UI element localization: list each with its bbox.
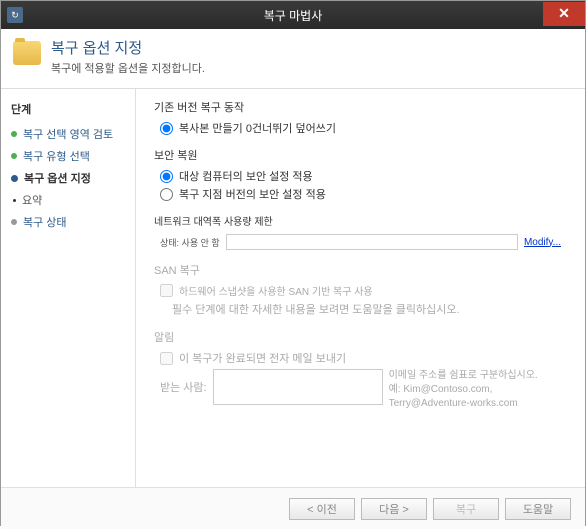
modify-link[interactable]: Modify... (524, 237, 561, 248)
sidebar-item-label: 복구 옵션 지정 (24, 170, 91, 186)
sidebar-heading: 단계 (1, 97, 135, 123)
sidebar-item-type[interactable]: 복구 유형 선택 (1, 145, 135, 167)
close-icon: ✕ (558, 5, 570, 22)
folder-icon (13, 41, 41, 65)
bullet-icon (11, 153, 17, 159)
section-title: 기존 버전 복구 동작 (154, 99, 567, 115)
sidebar-item-label: 복구 선택 영역 검토 (23, 126, 113, 142)
section-notify: 알림 이 복구가 완료되면 전자 메일 보내기 받는 사람: 이메일 주소를 쉼… (154, 329, 567, 413)
radio-input[interactable] (160, 170, 173, 183)
section-title: 알림 (154, 329, 567, 345)
sidebar-item-label: 복구 상태 (23, 214, 67, 230)
section-existing-version: 기존 버전 복구 동작 복사본 만들기 0건너뛰기 덮어쓰기 (154, 99, 567, 137)
network-status-label: 상태: 사용 안 함 (160, 236, 220, 249)
radio-copy[interactable]: 복사본 만들기 0건너뛰기 덮어쓰기 (154, 119, 567, 137)
radio-input[interactable] (160, 122, 173, 135)
hint-text: 이메일 주소를 쉼표로 구분하십시오. 예: Kim@Contoso.com, … (389, 369, 561, 411)
section-title: SAN 복구 (154, 262, 567, 278)
radio-target-security[interactable]: 대상 컴퓨터의 보안 설정 적용 (154, 167, 567, 185)
radio-label: 복구 지점 버전의 보안 설정 적용 (179, 186, 326, 202)
section-san: SAN 복구 하드웨어 스냅샷을 사용한 SAN 기반 복구 사용 필수 단계에… (154, 262, 567, 319)
steps-sidebar: 단계 복구 선택 영역 검토 복구 유형 선택 복구 옵션 지정 요약 복구 상… (1, 89, 136, 487)
checkbox-label: 이 복구가 완료되면 전자 메일 보내기 (179, 350, 346, 366)
checkbox-input (160, 352, 173, 365)
radio-input[interactable] (160, 188, 173, 201)
radio-label: 복사본 만들기 0건너뛰기 덮어쓰기 (179, 120, 336, 136)
back-button[interactable]: < 이전 (289, 498, 355, 520)
app-icon: ↻ (7, 7, 23, 23)
section-security: 보안 복원 대상 컴퓨터의 보안 설정 적용 복구 지점 버전의 보안 설정 적… (154, 147, 567, 203)
recipient-input (213, 369, 383, 405)
checkbox-notify: 이 복구가 완료되면 전자 메일 보내기 (154, 349, 567, 367)
next-button[interactable]: 다음 > (361, 498, 427, 520)
bullet-icon (11, 131, 17, 137)
main-panel: 기존 버전 복구 동작 복사본 만들기 0건너뛰기 덮어쓰기 보안 복원 대상 … (136, 89, 585, 487)
window-title: 복구 마법사 (264, 7, 323, 24)
page-title: 복구 옵션 지정 (51, 37, 205, 58)
sidebar-item-label: 요약 (22, 192, 42, 208)
cancel-button[interactable]: 도움말 (505, 498, 571, 520)
recipient-label: 받는 사람: (160, 369, 207, 395)
checkbox-san: 하드웨어 스냅샷을 사용한 SAN 기반 복구 사용 (154, 282, 567, 299)
checkbox-label: 하드웨어 스냅샷을 사용한 SAN 기반 복구 사용 (179, 283, 373, 298)
sidebar-item-label: 복구 유형 선택 (23, 148, 90, 164)
sidebar-item-review[interactable]: 복구 선택 영역 검토 (1, 123, 135, 145)
page-subtitle: 복구에 적용할 옵션을 지정합니다. (51, 60, 205, 76)
titlebar: ↻ 복구 마법사 ✕ (1, 1, 585, 29)
sidebar-item-options[interactable]: 복구 옵션 지정 (1, 167, 135, 189)
section-title: 보안 복원 (154, 147, 567, 163)
content-area: 단계 복구 선택 영역 검토 복구 유형 선택 복구 옵션 지정 요약 복구 상… (1, 89, 585, 487)
checkbox-input (160, 284, 173, 297)
wizard-header: 복구 옵션 지정 복구에 적용할 옵션을 지정합니다. (1, 29, 585, 89)
bullet-icon (11, 219, 17, 225)
close-button[interactable]: ✕ (543, 2, 585, 26)
wizard-footer: < 이전 다음 > 복구 도움말 (1, 487, 585, 529)
sidebar-item-summary: 요약 (1, 189, 135, 211)
san-help-text: 필수 단계에 대한 자세한 내용을 보려면 도움말을 클릭하십시오. (154, 299, 567, 319)
section-title: 네트워크 대역폭 사용량 제한 (154, 213, 567, 228)
bullet-icon (11, 175, 18, 182)
section-network: 네트워크 대역폭 사용량 제한 상태: 사용 안 함 Modify... (154, 213, 567, 252)
bullet-icon (13, 199, 16, 202)
sidebar-item-status: 복구 상태 (1, 211, 135, 233)
radio-label: 대상 컴퓨터의 보안 설정 적용 (179, 168, 313, 184)
recover-button: 복구 (433, 498, 499, 520)
network-status-input[interactable] (226, 234, 518, 250)
radio-point-security[interactable]: 복구 지점 버전의 보안 설정 적용 (154, 185, 567, 203)
